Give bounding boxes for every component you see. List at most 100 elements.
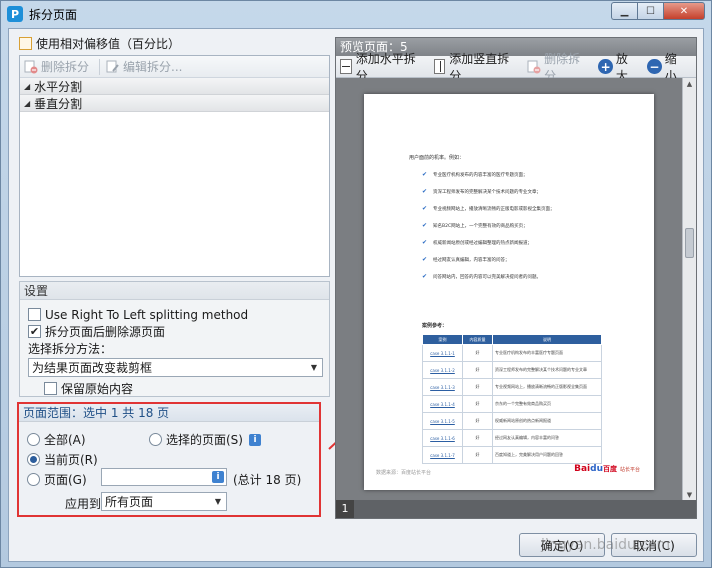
expand-triangle-icon: ◢ <box>24 81 31 91</box>
minimize-button[interactable]: ▁ <box>611 2 637 20</box>
current-page-radio[interactable] <box>27 453 40 466</box>
table-cell-link[interactable]: case 3.1.1-5 <box>422 412 463 430</box>
title-bar: P 拆分页面 ▁ ☐ ✕ <box>1 1 711 27</box>
current-page-option[interactable]: 当前页(R) <box>27 451 98 468</box>
list-item: ✔ 专业视频网站上，播放清晰流畅的正版电影或影视全集页面； <box>422 206 632 223</box>
vertical-split-icon <box>433 59 446 74</box>
table-row: case 3.1.1-4 好京东的一个完整有效商品购买页 <box>422 395 602 413</box>
scrollbar-thumb[interactable] <box>685 228 694 258</box>
page-footer-platform: 站长平台 <box>619 466 640 473</box>
selected-pages-label: 选择的页面(S) <box>166 433 243 447</box>
delete-source-label: 拆分页面后删除源页面 <box>45 325 166 339</box>
baidu-logo: Baidu百度 <box>574 464 617 474</box>
table-row: case 3.1.1-2 好资深工程师发布的完整解决某个技术问题的专业文章 <box>422 361 602 379</box>
current-page-label: 当前页(R) <box>44 453 98 467</box>
table-cell-link[interactable]: case 3.1.1-6 <box>422 429 463 447</box>
pages-label: 页面(G) <box>44 473 87 487</box>
table-cell-link[interactable]: case 3.1.1-2 <box>422 361 463 379</box>
settings-section: 设置 Use Right To Left splitting method ✔ … <box>19 281 330 397</box>
selected-pages-radio[interactable] <box>149 433 162 446</box>
keep-content-label: 保留原始内容 <box>61 382 134 396</box>
pages-radio[interactable] <box>27 473 40 486</box>
tree-node-vertical[interactable]: ◢ 垂直分割 <box>20 95 329 112</box>
dialog-client-area: 使用相对偏移值（百分比） 删除拆分 编辑拆分... ◢ 水平分割 ◢ 垂直分割 … <box>8 28 704 562</box>
delete-source-row[interactable]: ✔ 拆分页面后删除源页面 <box>28 323 329 340</box>
table-cell-link[interactable]: case 3.1.1-7 <box>422 446 463 464</box>
rtl-checkbox[interactable] <box>28 308 41 321</box>
split-method-select[interactable]: 为结果页面改变裁剪框 ▼ <box>28 358 323 377</box>
preview-viewport[interactable]: 用户面前的机率。例如： ✔ 专业医疗机构发布的内容丰富的医疗专题页面； ✔ 资深工程… <box>336 78 682 502</box>
delete-split-button[interactable]: 删除拆分 <box>24 58 89 75</box>
apply-to-value: 所有页面 <box>105 495 154 509</box>
delete-source-checkbox[interactable]: ✔ <box>28 325 41 338</box>
checkmark-icon: ✔ <box>29 325 40 338</box>
pages-input[interactable]: i <box>101 468 227 486</box>
table-cell-link[interactable]: case 3.1.1-3 <box>422 378 463 396</box>
toolbar-separator <box>99 58 101 75</box>
total-pages-text: (总计 18 页) <box>233 473 302 487</box>
keep-content-row[interactable]: 保留原始内容 <box>44 380 329 397</box>
table-cell: 专业医疗机构发布的丰富医疗专题页面 <box>492 344 602 362</box>
table-cell: 好 <box>462 412 493 430</box>
doc-case-table: 案例 内容质量 说明 case 3.1.1-1 好专业医疗机构发布的丰富医疗专题页… <box>422 334 602 464</box>
use-offset-label: 使用相对偏移值（百分比） <box>36 36 181 51</box>
list-item: ✔ 问答网站内，回答的内容可以完美解决提问者的问题。 <box>422 274 632 291</box>
bullet-text: 专业视频网站上，播放清晰流畅的正版电影或影视全集页面； <box>433 207 555 212</box>
tree-node-horizontal[interactable]: ◢ 水平分割 <box>20 78 329 95</box>
close-button[interactable]: ✕ <box>663 2 705 20</box>
scroll-up-icon[interactable]: ▲ <box>683 78 696 91</box>
doc-bullet-list: ✔ 专业医疗机构发布的内容丰富的医疗专题页面； ✔ 资深工程师发布的完整解决某个技术… <box>422 172 632 291</box>
maximize-button[interactable]: ☐ <box>637 2 663 20</box>
zoom-in-icon: + <box>598 59 613 74</box>
split-list-toolbar: 删除拆分 编辑拆分... <box>20 56 329 78</box>
table-cell: 专业视频网站上，播放清晰流畅的正版影视全集页面 <box>492 378 602 396</box>
tree-node-label: 水平分割 <box>34 79 83 94</box>
check-icon: ✔ <box>422 171 428 178</box>
page-range-title: 页面范围：选中 1 共 18 页 <box>19 404 319 422</box>
pages-option[interactable]: 页面(G) <box>27 471 87 488</box>
use-offset-checkbox[interactable] <box>19 36 32 50</box>
table-cell: 好 <box>462 378 493 396</box>
rtl-row[interactable]: Use Right To Left splitting method <box>28 306 329 323</box>
split-method-value: 为结果页面改变裁剪框 <box>32 361 153 375</box>
bullet-text: 权威新闻站原创或经过编辑整理的热点新闻报道； <box>433 241 533 246</box>
table-cell: 经过网友认真编辑，内容丰富的问答 <box>492 429 602 447</box>
bullet-text: 知名B2C网站上，一个完整有效的商品购买页； <box>433 224 528 229</box>
check-icon: ✔ <box>422 273 428 280</box>
info-icon[interactable]: i <box>248 433 261 446</box>
tree-node-label: 垂直分割 <box>34 96 83 111</box>
table-row: case 3.1.1-1 好专业医疗机构发布的丰富医疗专题页面 <box>422 344 602 362</box>
window-controls: ▁ ☐ ✕ <box>611 2 705 20</box>
doc-intro-text: 用户面前的机率。例如： <box>409 155 465 161</box>
table-cell-link[interactable]: case 3.1.1-4 <box>422 395 463 413</box>
page-footer-brand: Baidu百度 站长平台 <box>574 464 640 474</box>
use-offset-row[interactable]: 使用相对偏移值（百分比） <box>19 33 339 53</box>
delete-split-icon <box>527 60 541 74</box>
keep-content-checkbox[interactable] <box>44 382 57 395</box>
table-row: case 3.1.1-5 好权威新闻站原创的热点新闻报道 <box>422 412 602 430</box>
edit-split-label: 编辑拆分... <box>123 60 183 74</box>
delete-split-icon <box>24 60 38 74</box>
info-icon[interactable]: i <box>212 471 224 483</box>
list-item: ✔ 知名B2C网站上，一个完整有效的商品购买页； <box>422 223 632 240</box>
page-footer-source: 数据来源：百度站长平台 <box>376 470 432 476</box>
app-icon: P <box>7 6 23 22</box>
check-icon: ✔ <box>422 188 428 195</box>
minimize-icon: ▁ <box>620 5 629 17</box>
apply-to-select[interactable]: 所有页面 ▼ <box>101 492 227 511</box>
edit-split-button[interactable]: 编辑拆分... <box>106 58 182 75</box>
page-number-badge: 1 <box>336 500 354 518</box>
check-icon: ✔ <box>422 256 428 263</box>
all-pages-radio[interactable] <box>27 433 40 446</box>
check-icon: ✔ <box>422 239 428 246</box>
table-cell: 好 <box>462 395 493 413</box>
check-icon: ✔ <box>422 205 428 212</box>
all-pages-option[interactable]: 全部(A) <box>27 431 86 448</box>
watermark: jingyan.baidu.com <box>541 537 671 553</box>
logo-part-c: 百度 <box>602 465 617 473</box>
selected-pages-option[interactable]: 选择的页面(S) i <box>149 431 261 448</box>
preview-page[interactable]: 用户面前的机率。例如： ✔ 专业医疗机构发布的内容丰富的医疗专题页面； ✔ 资深工程… <box>364 94 654 490</box>
preview-vertical-scrollbar[interactable]: ▲ ▼ <box>682 78 696 502</box>
all-pages-label: 全部(A) <box>44 433 86 447</box>
table-cell-link[interactable]: case 3.1.1-1 <box>422 344 463 362</box>
